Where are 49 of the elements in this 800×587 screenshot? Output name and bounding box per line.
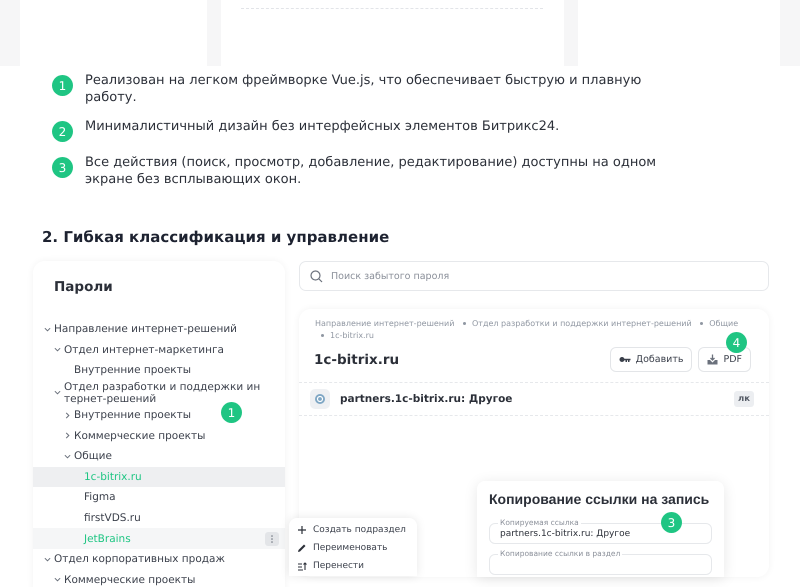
lines-arrow-icon bbox=[297, 561, 307, 571]
tree-item[interactable]: Отдел интернет-маркетинга bbox=[33, 340, 230, 360]
number-badge: 4 bbox=[726, 332, 747, 353]
caret-icon[interactable] bbox=[54, 576, 61, 584]
number-badge: 3 bbox=[52, 157, 73, 178]
tree-item[interactable]: Внутренние проекты bbox=[33, 360, 198, 381]
entry-name[interactable]: partners.1c-bitrix.ru: Другое bbox=[340, 393, 724, 405]
entry-tag: лк bbox=[734, 391, 754, 407]
menu-item[interactable]: Перенести bbox=[289, 557, 417, 575]
number-badge: 3 bbox=[661, 512, 682, 533]
tree-item[interactable]: firstVDS.ru bbox=[33, 508, 147, 528]
number-badge: 1 bbox=[221, 402, 242, 423]
caret-icon[interactable] bbox=[64, 412, 71, 419]
number-badge: 2 bbox=[52, 121, 73, 142]
search-field[interactable]: Поиск забытого пароля bbox=[299, 261, 769, 291]
tree-item[interactable]: Направление интернет-решений bbox=[33, 319, 244, 340]
feature-text: Все действия (поиск, просмотр, добавление, редактирование) доступны на одном экране без всплывающих окон. bbox=[85, 154, 658, 188]
record-title: 1c-bitrix.ru bbox=[314, 352, 400, 368]
download-icon bbox=[707, 354, 718, 365]
tree-item[interactable]: Figma bbox=[33, 487, 122, 508]
caret-icon[interactable] bbox=[64, 432, 71, 440]
tree-item[interactable]: Коммерческие проекты bbox=[33, 425, 212, 446]
menu-item[interactable]: Создать подраздел bbox=[289, 521, 417, 539]
pencil-icon bbox=[297, 543, 307, 553]
caret-icon[interactable] bbox=[44, 326, 51, 333]
separator-dot bbox=[700, 322, 704, 326]
tree-item[interactable]: Общие bbox=[33, 446, 118, 467]
caret-icon[interactable] bbox=[54, 389, 61, 396]
tree-item[interactable]: Коммерческие проекты bbox=[33, 570, 202, 587]
plus-icon bbox=[297, 525, 307, 535]
dialog-title: Копирование ссылки на запись bbox=[489, 491, 710, 507]
toolbar-button[interactable]: PDF bbox=[698, 347, 751, 372]
sidebar-title: Пароли bbox=[53, 279, 114, 295]
tree-item[interactable]: Внутренние проекты bbox=[33, 404, 198, 426]
feature-text: Минималистичный дизайн без интерфейсных элементов Битрикс24. bbox=[85, 118, 560, 135]
tree-item[interactable]: Отдел разработки и поддержки интернет-решений bbox=[33, 380, 272, 405]
caret-icon[interactable] bbox=[54, 346, 61, 354]
key-icon bbox=[618, 356, 631, 363]
separator-dot bbox=[321, 334, 324, 338]
caret-icon[interactable] bbox=[64, 452, 71, 460]
toolbar-button[interactable]: Добавить bbox=[610, 347, 692, 372]
caret-icon[interactable] bbox=[44, 556, 51, 563]
feature-text: Реализован на легком фреймворке Vue.js, что обеспечивает быструю и плавную работу. bbox=[85, 72, 642, 106]
number-badge: 1 bbox=[52, 75, 73, 96]
section-heading: 2. Гибкая классификация и управление bbox=[42, 228, 390, 246]
separator-dot bbox=[462, 322, 466, 326]
menu-item[interactable]: Переименовать bbox=[289, 539, 417, 557]
search-icon bbox=[310, 270, 323, 283]
tree-item[interactable]: Отдел корпоративных продаж bbox=[33, 548, 231, 570]
